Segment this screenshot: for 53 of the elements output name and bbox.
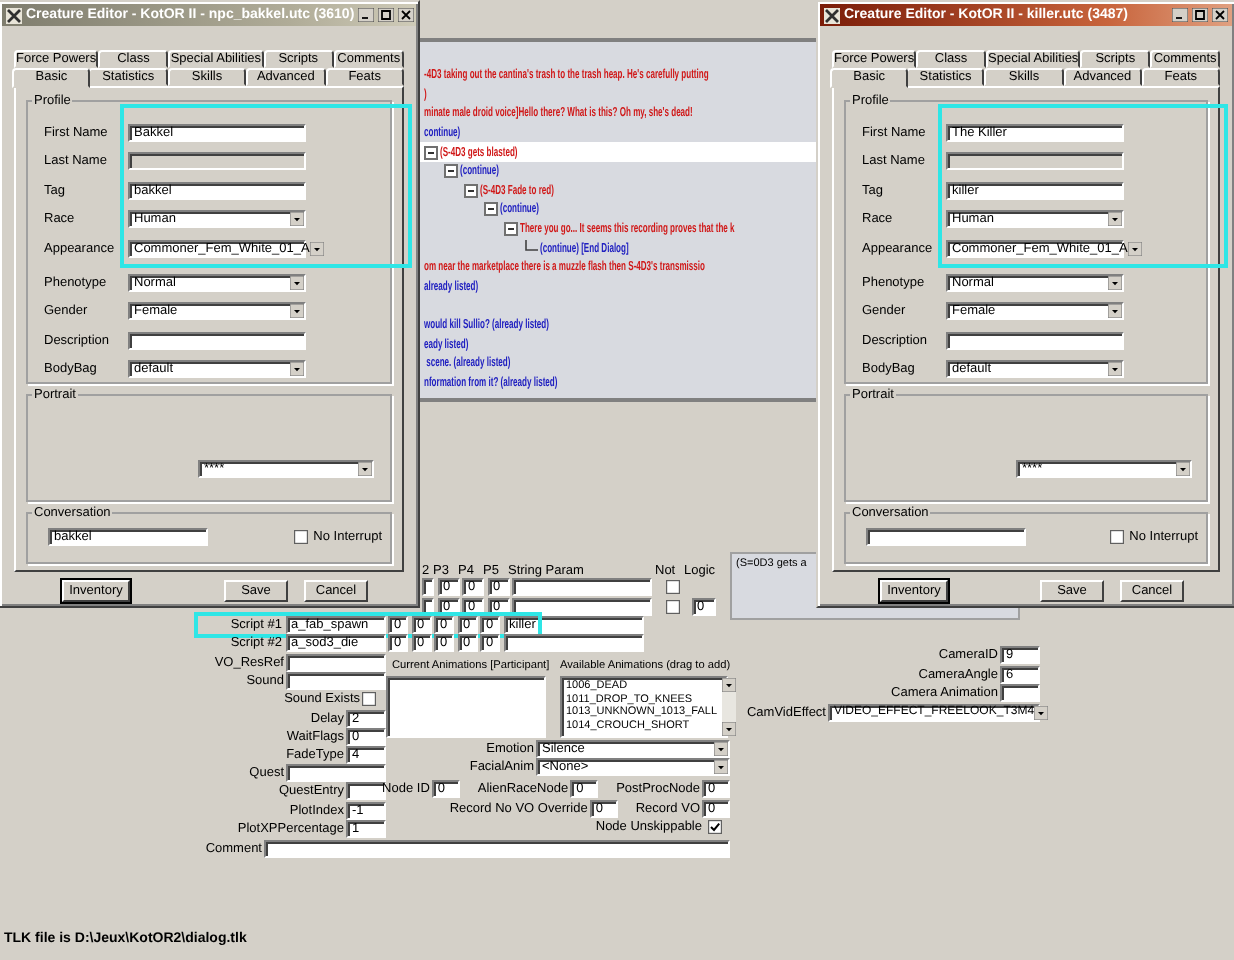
checkbox[interactable] [708, 820, 722, 834]
text-field[interactable] [512, 578, 652, 596]
text-field[interactable] [286, 764, 386, 783]
collapse-icon[interactable] [424, 145, 438, 160]
text-field[interactable] [866, 528, 1026, 547]
text-field[interactable] [286, 654, 386, 672]
checkbox[interactable] [362, 692, 376, 707]
dropdown-arrow-icon[interactable] [358, 462, 372, 476]
dropdown-arrow-icon[interactable] [290, 212, 304, 227]
checkbox[interactable] [1109, 530, 1124, 545]
dropdown-arrow-icon[interactable] [1108, 212, 1122, 227]
text-field[interactable] [286, 672, 386, 691]
dropdown-arrow-icon[interactable] [714, 760, 728, 774]
dropdown-arrow-icon[interactable] [1108, 275, 1122, 290]
dropdown-arrow-icon[interactable] [721, 722, 736, 736]
text-field[interactable] [128, 152, 306, 171]
text-field[interactable] [946, 152, 1124, 171]
minimize-icon[interactable] [358, 8, 375, 22]
text-field[interactable] [1000, 684, 1040, 703]
scrollbar[interactable] [721, 678, 736, 736]
collapse-icon[interactable] [484, 202, 498, 217]
close-icon[interactable] [398, 8, 415, 22]
collapse-icon[interactable] [464, 183, 478, 198]
dropdown-arrow-icon[interactable] [1108, 304, 1122, 319]
app-icon [824, 7, 840, 23]
text-field[interactable] [512, 597, 652, 615]
text-field[interactable] [264, 840, 730, 858]
animation-list[interactable] [386, 676, 546, 738]
dropdown-arrow-icon[interactable] [1108, 362, 1122, 377]
text-field[interactable] [946, 331, 1124, 350]
checkbox[interactable] [666, 580, 680, 594]
dropdown-arrow-icon[interactable] [290, 304, 304, 319]
dropdown-arrow-icon[interactable] [290, 275, 304, 290]
dropdown-arrow-icon[interactable] [1034, 705, 1049, 720]
dropdown-arrow-icon[interactable] [309, 241, 324, 256]
dropdown-arrow-icon[interactable] [721, 678, 736, 692]
app-icon [6, 7, 22, 23]
close-icon[interactable] [1212, 8, 1228, 22]
dropdown-arrow-icon[interactable] [714, 742, 728, 756]
text-field[interactable] [346, 782, 386, 801]
collapse-icon[interactable] [504, 222, 518, 237]
text-field[interactable] [503, 634, 643, 652]
tree-connector-icon [524, 240, 538, 257]
text-field[interactable] [128, 331, 306, 350]
dropdown-arrow-icon[interactable] [290, 362, 304, 377]
dropdown-arrow-icon[interactable] [1127, 241, 1142, 256]
checkbox[interactable] [666, 599, 680, 613]
maximize-icon[interactable] [1192, 8, 1208, 22]
maximize-icon[interactable] [378, 8, 395, 22]
minimize-icon[interactable] [1172, 8, 1188, 22]
dropdown-arrow-icon[interactable] [1176, 462, 1190, 476]
collapse-icon[interactable] [444, 164, 458, 179]
checkbox[interactable] [293, 530, 308, 545]
